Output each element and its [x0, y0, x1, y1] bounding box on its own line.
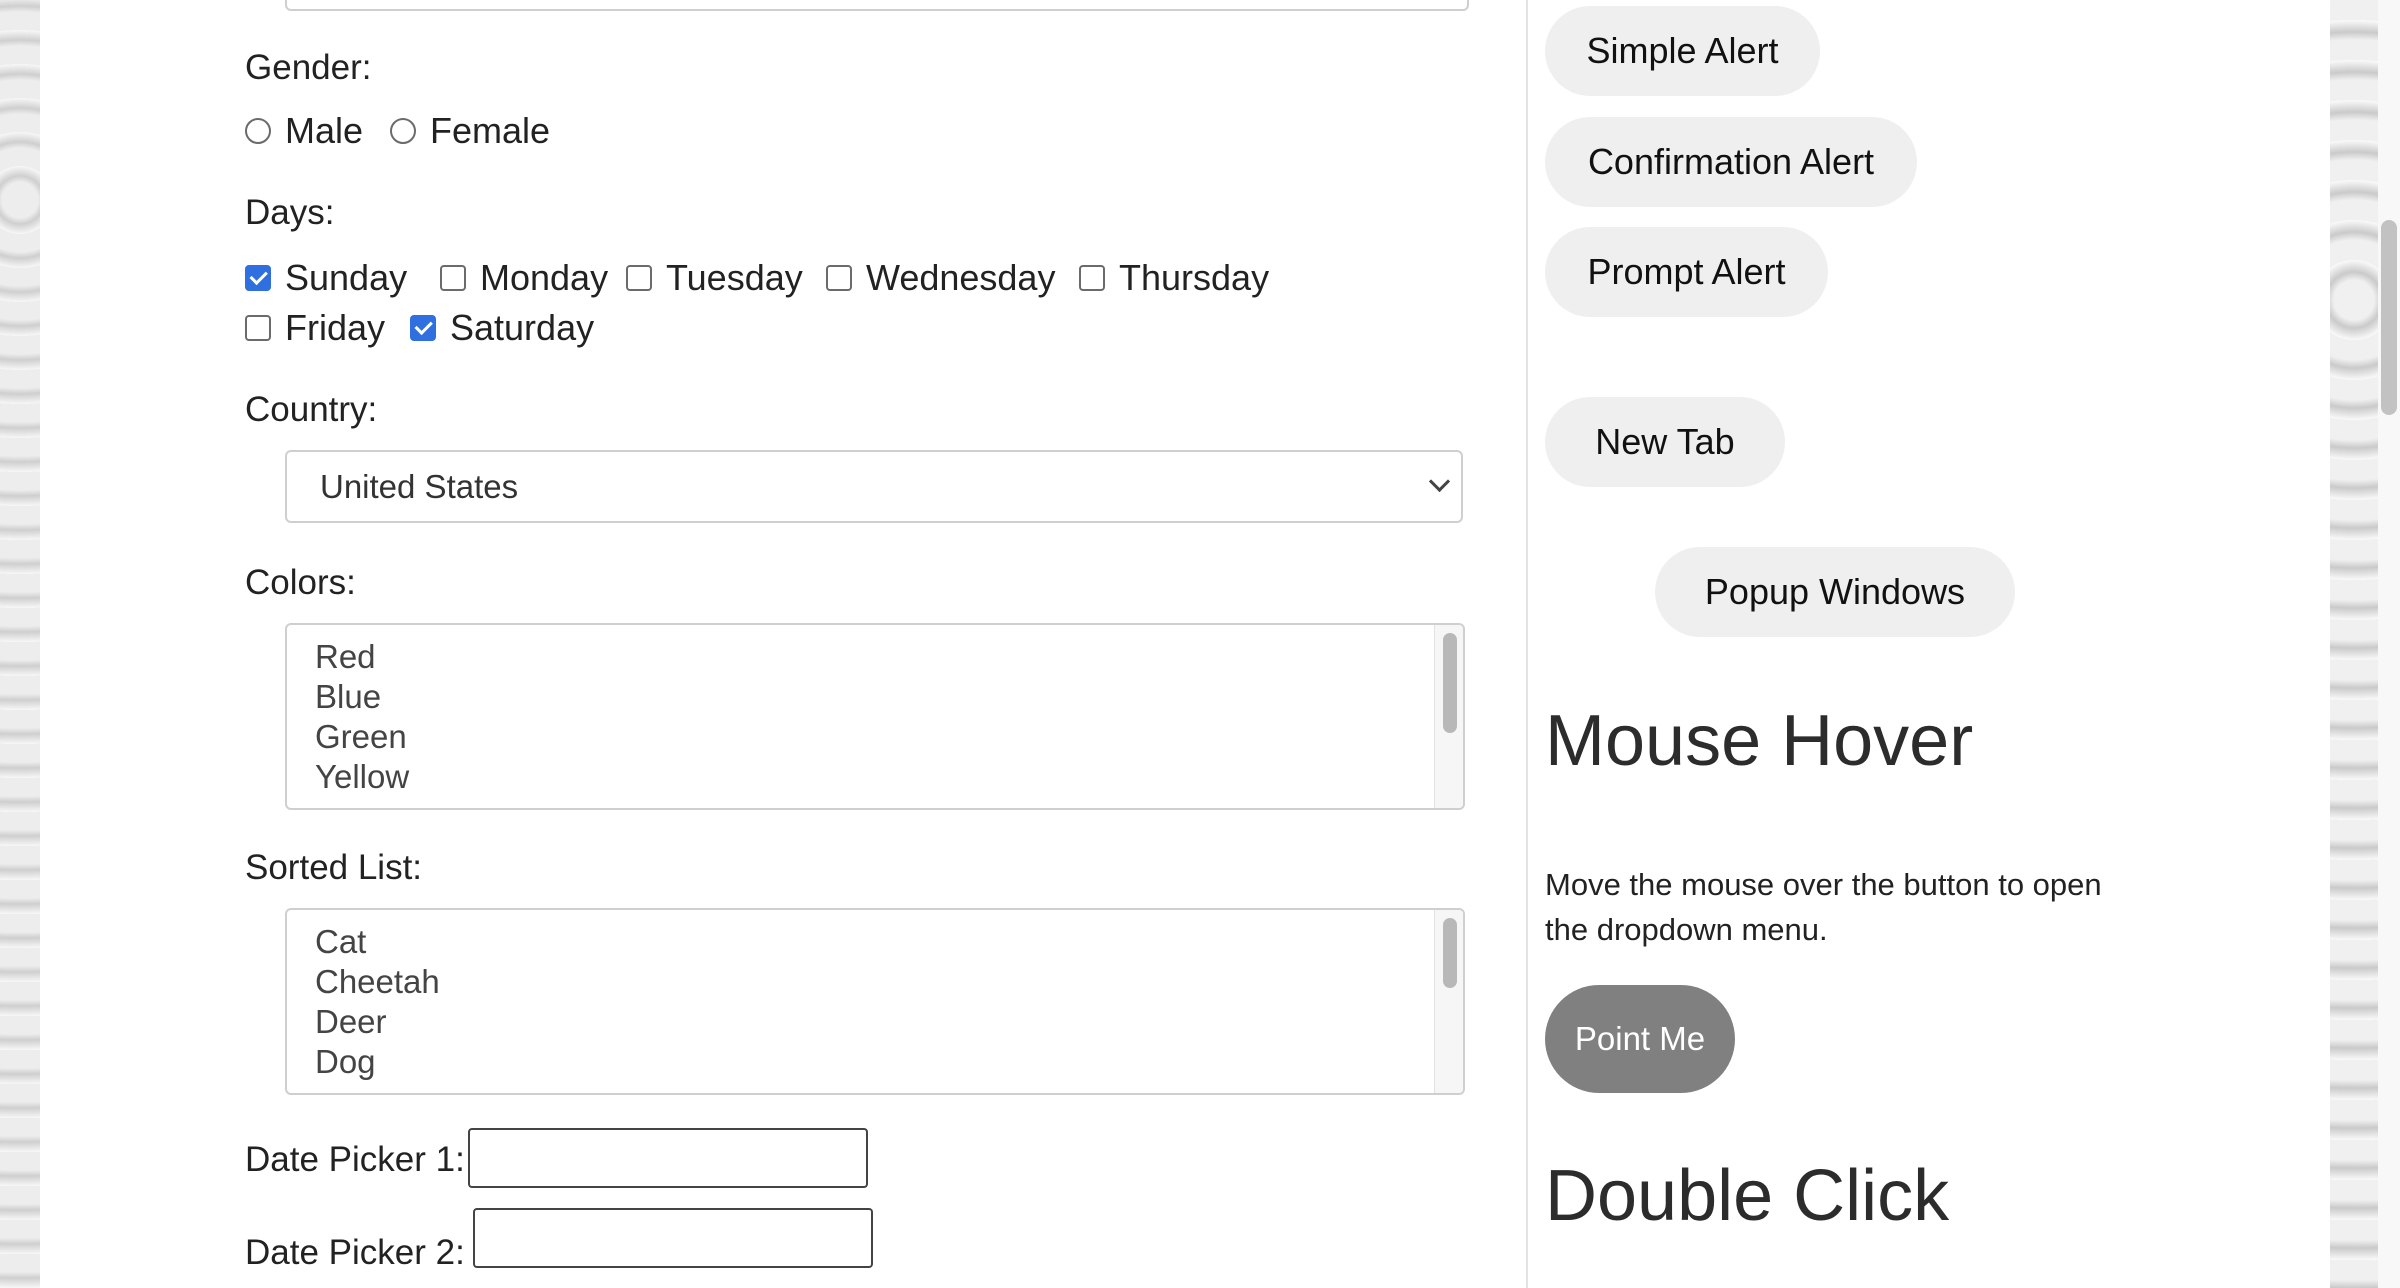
background-right	[2330, 0, 2378, 1288]
radio-button[interactable]	[245, 118, 271, 144]
scrollbar-thumb[interactable]	[1443, 633, 1457, 733]
checkbox-thursday-label: Thursday	[1119, 257, 1270, 298]
checkbox-monday[interactable]: Monday	[440, 257, 608, 299]
point-me-button[interactable]: Point Me	[1545, 985, 1735, 1093]
checkbox-sunday-label: Sunday	[285, 257, 408, 298]
page-scrollbar-thumb[interactable]	[2381, 220, 2397, 415]
checkbox-thursday[interactable]: Thursday	[1079, 257, 1269, 299]
simple-alert-button[interactable]: Simple Alert	[1545, 6, 1820, 96]
date-picker-2-label: Date Picker 2:	[245, 1233, 465, 1272]
checkbox-friday-label: Friday	[285, 307, 386, 348]
list-item[interactable]: Dog	[315, 1042, 440, 1082]
list-item[interactable]: Red	[315, 637, 409, 677]
radio-female[interactable]: Female	[390, 110, 550, 152]
checkbox-tuesday[interactable]: Tuesday	[626, 257, 803, 299]
colors-label: Colors:	[245, 563, 356, 602]
list-item[interactable]: Cheetah	[315, 962, 440, 1002]
radio-female-label: Female	[430, 110, 551, 151]
checkbox-friday[interactable]: Friday	[245, 307, 385, 349]
column-divider	[1526, 0, 1528, 1288]
new-tab-button[interactable]: New Tab	[1545, 397, 1785, 487]
checkbox[interactable]	[826, 265, 852, 291]
scrollbar-thumb[interactable]	[1443, 918, 1457, 988]
checkbox[interactable]	[440, 265, 466, 291]
popup-windows-button[interactable]: Popup Windows	[1655, 547, 2015, 637]
colors-listbox[interactable]: Red Blue Green Yellow	[285, 623, 1465, 810]
radio-button[interactable]	[390, 118, 416, 144]
confirmation-alert-button[interactable]: Confirmation Alert	[1545, 117, 1917, 207]
chevron-down-icon	[1428, 470, 1451, 493]
date-picker-2-input[interactable]	[473, 1208, 873, 1268]
country-select[interactable]: United States	[285, 450, 1463, 523]
checkbox[interactable]	[245, 315, 271, 341]
list-item[interactable]: Green	[315, 717, 409, 757]
sorted-listbox[interactable]: Cat Cheetah Deer Dog	[285, 908, 1465, 1095]
background-left	[0, 0, 40, 1288]
double-click-heading: Double Click	[1545, 1156, 1950, 1236]
checkbox[interactable]	[410, 315, 436, 341]
checkbox-saturday[interactable]: Saturday	[410, 307, 594, 349]
page-content: Gender: Male Female Days: Sunday Monday …	[40, 0, 2330, 1288]
mouse-hover-heading: Mouse Hover	[1545, 701, 1974, 781]
prompt-alert-button[interactable]: Prompt Alert	[1545, 227, 1828, 317]
list-item[interactable]: Yellow	[315, 757, 409, 797]
checkbox-sunday[interactable]: Sunday	[245, 257, 407, 299]
page-scrollbar[interactable]	[2378, 0, 2400, 1288]
checkbox-wednesday[interactable]: Wednesday	[826, 257, 1055, 299]
sorted-list-label: Sorted List:	[245, 848, 423, 887]
radio-male[interactable]: Male	[245, 110, 363, 152]
country-label: Country:	[245, 390, 378, 429]
date-picker-1-label: Date Picker 1:	[245, 1140, 465, 1179]
checkbox-saturday-label: Saturday	[450, 307, 595, 348]
list-item[interactable]: Deer	[315, 1002, 440, 1042]
date-picker-1-input[interactable]	[468, 1128, 868, 1188]
radio-male-label: Male	[285, 110, 364, 151]
checkbox[interactable]	[245, 265, 271, 291]
checkbox[interactable]	[1079, 265, 1105, 291]
gender-label: Gender:	[245, 48, 372, 87]
country-selected-value: United States	[320, 467, 519, 505]
listbox-scrollbar[interactable]	[1434, 910, 1463, 1093]
checkbox-wednesday-label: Wednesday	[866, 257, 1056, 298]
checkbox-monday-label: Monday	[480, 257, 609, 298]
address-textarea[interactable]	[285, 0, 1469, 11]
list-item[interactable]: Cat	[315, 922, 440, 962]
listbox-scrollbar[interactable]	[1434, 625, 1463, 808]
days-label: Days:	[245, 193, 335, 232]
list-item[interactable]: Blue	[315, 677, 409, 717]
checkbox[interactable]	[626, 265, 652, 291]
mouse-hover-description: Move the mouse over the button to open t…	[1545, 867, 2102, 947]
checkbox-tuesday-label: Tuesday	[666, 257, 803, 298]
